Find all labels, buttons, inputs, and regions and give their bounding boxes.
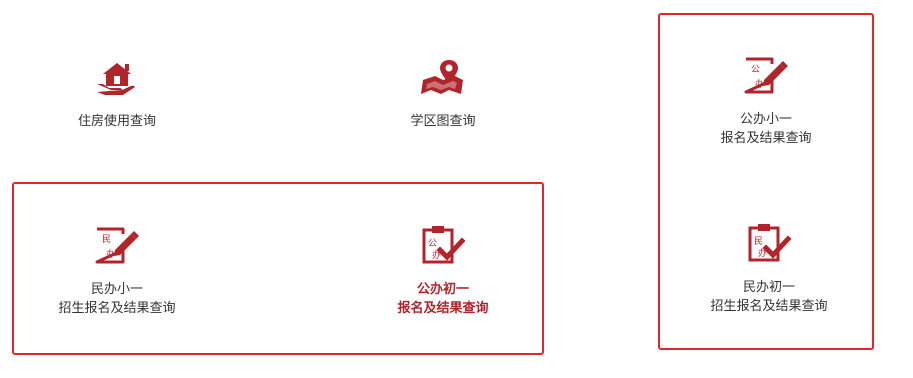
school-district-map-query-tile[interactable]: 学区图查询 [343, 58, 543, 131]
tile-label: 公办小一 报名及结果查询 [720, 112, 812, 146]
map-pin-icon [421, 60, 463, 94]
tile-label: 民办初一 招生报名及结果查询 [710, 280, 828, 314]
private-clipboard-check-icon: 民 办 [748, 224, 792, 262]
public-primary-grade1-query-tile[interactable]: 公 办 公办小一 报名及结果查询 [666, 56, 866, 148]
private-primary-grade1-query-tile[interactable]: 民 办 民办小一 招生报名及结果查询 [17, 226, 217, 318]
svg-text:民: 民 [754, 236, 763, 247]
house-hand-icon [97, 63, 135, 95]
svg-text:公: 公 [751, 64, 760, 75]
svg-text:办: 办 [755, 78, 764, 90]
tile-label: 住房使用查询 [77, 114, 156, 129]
public-junior-grade1-query-tile[interactable]: 公 办 公办初一 报名及结果查询 [343, 224, 543, 318]
svg-text:办: 办 [106, 248, 115, 260]
housing-usage-query-tile[interactable]: 住房使用查询 [17, 58, 217, 131]
tile-label: 公办初一 报名及结果查询 [397, 282, 489, 316]
private-junior-grade1-query-tile[interactable]: 民 办 民办初一 招生报名及结果查询 [669, 222, 869, 316]
tile-label: 民办小一 招生报名及结果查询 [58, 282, 176, 316]
svg-text:公: 公 [428, 238, 437, 249]
private-document-pen-icon: 民 办 [95, 227, 139, 264]
tile-label: 学区图查询 [410, 114, 476, 129]
public-clipboard-check-icon: 公 办 [422, 226, 466, 264]
svg-text:民: 民 [102, 234, 111, 245]
public-document-pen-icon: 公 办 [744, 57, 788, 94]
